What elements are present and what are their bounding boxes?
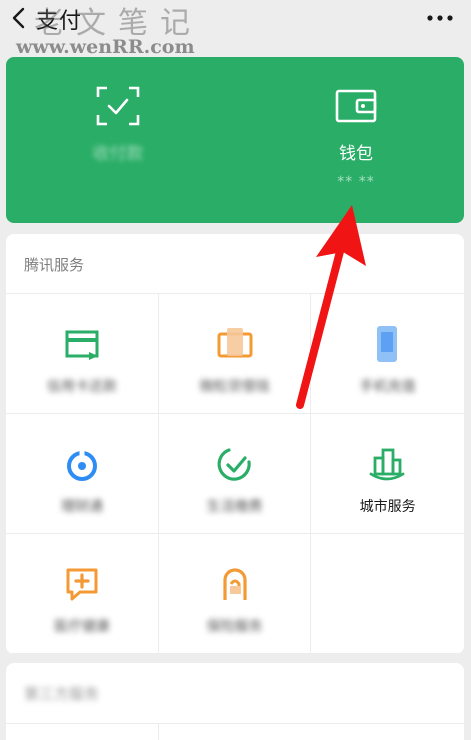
service-insurance[interactable]: 保险服务	[159, 534, 312, 654]
scan-frame-icon	[96, 86, 140, 126]
scan-pay-button[interactable]: 收付款	[54, 85, 182, 185]
utility-bill-icon	[217, 448, 251, 481]
insurance-icon	[223, 568, 247, 600]
service-label: 医疗健康	[53, 619, 110, 635]
scan-pay-label: 收付款	[92, 144, 144, 164]
wallet-label: 钱包	[339, 144, 373, 164]
divider	[6, 723, 464, 724]
wallet-balance: ** **	[337, 174, 375, 190]
loan-icon	[217, 328, 253, 358]
service-wealth[interactable]: 理财通	[6, 414, 159, 534]
wallet-icon	[335, 89, 377, 123]
service-phone-topup[interactable]: 手机充值	[311, 294, 464, 414]
service-label: 理财通	[60, 499, 103, 515]
wallet-card: 收付款 钱包 ** **	[6, 57, 464, 223]
third-party-section: 第三方服务	[6, 663, 464, 740]
medical-icon	[66, 568, 98, 601]
section-title: 第三方服务	[24, 685, 100, 703]
wealth-icon	[67, 450, 97, 481]
city-service-icon	[369, 448, 405, 481]
more-dots-icon	[427, 15, 453, 21]
service-label: 手机充值	[359, 379, 416, 395]
service-label: 微粒贷借钱	[199, 379, 270, 395]
section-title: 腾讯服务	[24, 256, 85, 274]
chevron-left-icon	[12, 7, 25, 29]
services-row: 信用卡还款 微粒贷借钱 手机充值	[6, 294, 464, 414]
empty-cell	[311, 534, 464, 654]
divider	[158, 723, 159, 740]
services-grid: 信用卡还款 微粒贷借钱 手机充值 理财通 生活缴费 城市服务 医疗健康 保险服务	[6, 293, 464, 654]
watermark-url: www.wenRR.com	[16, 36, 195, 58]
top-bar: 支付 老文笔记 www.wenRR.com	[0, 0, 471, 58]
service-label: 城市服务	[359, 499, 416, 515]
service-label: 生活缴费	[206, 499, 263, 515]
card-repay-icon	[65, 330, 99, 360]
service-utility-bill[interactable]: 生活缴费	[159, 414, 312, 534]
service-city[interactable]: 城市服务	[311, 414, 464, 534]
service-loan[interactable]: 微粒贷借钱	[159, 294, 312, 414]
more-button[interactable]	[425, 10, 455, 26]
service-label: 信用卡还款	[46, 379, 117, 395]
service-credit-card-repay[interactable]: 信用卡还款	[6, 294, 159, 414]
services-row: 理财通 生活缴费 城市服务	[6, 414, 464, 534]
wallet-button[interactable]: 钱包 ** **	[291, 85, 421, 215]
tencent-services-section: 腾讯服务 信用卡还款 微粒贷借钱 手机充值 理财通 生活缴费 城市服务 医疗健康…	[6, 234, 464, 654]
back-button[interactable]	[8, 3, 32, 33]
phone-topup-icon	[377, 326, 398, 362]
service-medical[interactable]: 医疗健康	[6, 534, 159, 654]
service-label: 保险服务	[206, 619, 263, 635]
services-row: 医疗健康 保险服务	[6, 534, 464, 654]
